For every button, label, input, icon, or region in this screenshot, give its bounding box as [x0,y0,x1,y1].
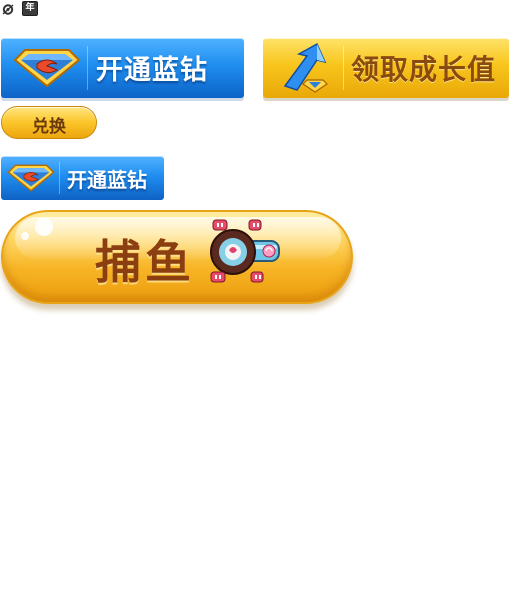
fishing-button[interactable]: 捕鱼 [1,210,353,304]
divider [59,162,60,194]
shine-dot [21,232,29,240]
gear-icon [1,1,15,15]
divider [343,46,344,90]
blue-diamond-icon [7,163,55,197]
fish-cannon-icon [203,214,289,296]
shine-dot [35,218,53,236]
exchange-button[interactable]: 兑换 [1,106,97,139]
blue-diamond-icon [13,48,81,92]
button-label: 捕鱼 [95,235,195,289]
open-blue-diamond-button-large[interactable]: 开通蓝钻 [1,38,244,98]
claim-growth-button[interactable]: 领取成长值 [263,38,509,98]
growth-arrow-icon [277,42,339,98]
button-label: 开通蓝钻 [67,168,147,192]
button-label: 兑换 [32,117,66,137]
button-label: 领取成长值 [351,53,497,86]
year-icon: 年 [22,1,38,16]
button-label: 开通蓝钻 [96,55,208,86]
divider [87,46,88,90]
open-blue-diamond-button-medium[interactable]: 开通蓝钻 [1,156,164,200]
